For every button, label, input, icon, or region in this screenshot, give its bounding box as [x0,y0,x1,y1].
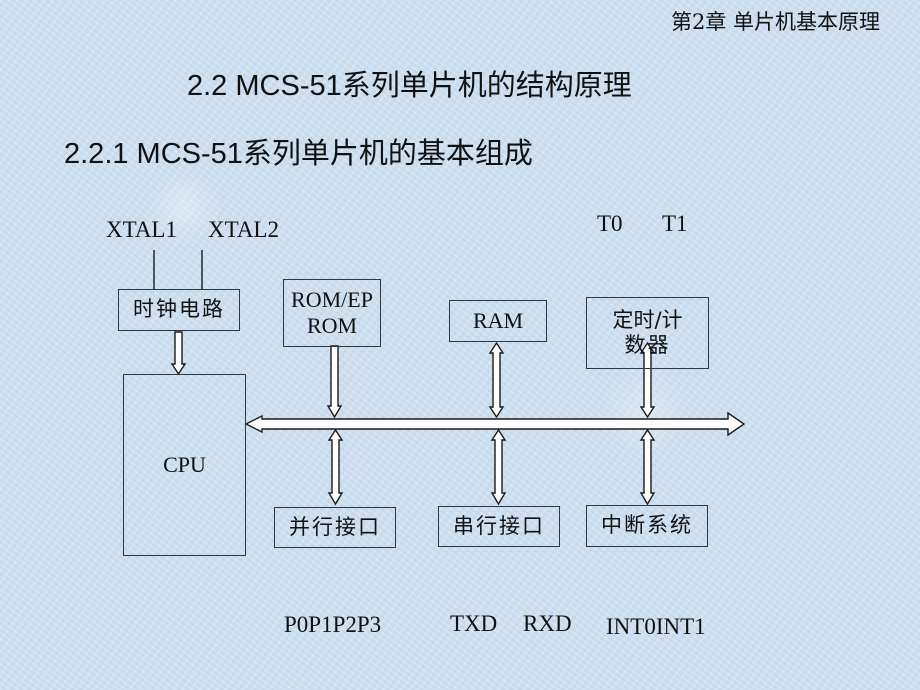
diagram-connectors [153,250,746,506]
t0-label: T0 [597,211,623,236]
clock-circuit-block: 时钟电路 [118,289,240,331]
bus-serial-arrow [490,428,507,506]
ram-label: RAM [472,307,524,333]
interrupt-system-block: 中断系统 [586,505,708,547]
rxd-label: RXD [523,611,572,636]
interrupts-label: INT0INT1 [606,614,706,639]
t1-label: T1 [662,211,688,236]
txd-label: TXD [450,611,498,636]
rom-label-line1: ROM/EP [291,286,373,312]
xtal2-label: XTAL2 [208,217,279,242]
bus-interrupt-arrow [639,428,656,506]
serial-interface-label: 串行接口 [453,513,545,538]
parallel-interface-label: 并行接口 [289,514,381,539]
interrupt-system-label: 中断系统 [601,513,693,538]
clock-circuit-label: 时钟电路 [133,297,225,322]
rom-to-bus-arrow [326,345,343,419]
ports-label: P0P1P2P3 [284,612,382,637]
timer-label-line1: 定时/计 [612,307,683,332]
parallel-interface-block: 并行接口 [274,507,396,548]
ram-block: RAM [449,300,547,342]
clock-to-cpu-arrow [170,331,187,376]
rom-label-line2: ROM [306,313,358,338]
cpu-block: CPU [123,374,246,556]
xtal1-label: XTAL1 [106,217,177,242]
system-bus-arrow [244,411,746,437]
timer-label-line2: 数器 [624,333,671,357]
serial-interface-block: 串行接口 [438,506,560,547]
rom-eprom-block: ROM/EP ROM [283,279,381,347]
timer-counter-block: 定时/计 数器 [586,297,709,369]
cpu-label: CPU [163,451,206,477]
ram-bus-arrow [488,341,505,419]
bus-parallel-arrow [327,428,344,506]
